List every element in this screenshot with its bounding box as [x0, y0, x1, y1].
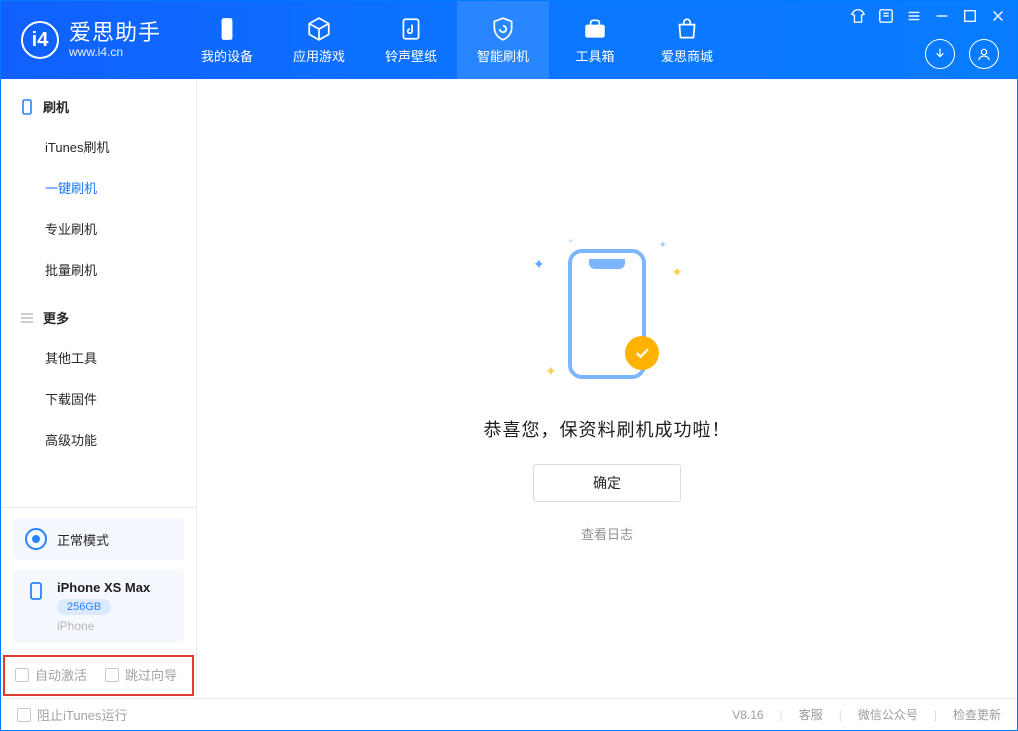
account-button[interactable] — [969, 39, 999, 69]
sparkle-icon: ✦ — [533, 256, 545, 273]
tab-my-device[interactable]: 我的设备 — [181, 1, 273, 79]
sidebar-item-itunes-flash[interactable]: iTunes刷机 — [1, 126, 196, 167]
brand-title: 爱思助手 — [69, 21, 161, 45]
footer-link-update[interactable]: 检查更新 — [953, 706, 1001, 723]
success-check-icon — [625, 336, 659, 370]
footer-link-support[interactable]: 客服 — [799, 706, 823, 723]
sidebar-bottom: 正常模式 iPhone XS Max 256GB iPhone 自动激活 — [1, 507, 196, 698]
close-icon[interactable] — [989, 7, 1007, 25]
tab-store[interactable]: 爱思商城 — [641, 1, 733, 79]
checkbox-box — [17, 708, 31, 722]
footer: 阻止iTunes运行 V8.16 | 客服 | 微信公众号 | 检查更新 — [1, 698, 1017, 730]
phone-icon — [19, 99, 35, 115]
shield-sync-icon — [490, 16, 516, 42]
checkbox-label: 跳过向导 — [125, 665, 177, 684]
success-illustration: ✦ ✦ ✦ ✦ ✦ — [527, 234, 687, 394]
sidebar-group-flash: 刷机 — [1, 79, 196, 126]
window-controls — [849, 7, 1007, 25]
device-card-icon — [25, 580, 47, 602]
activation-options: 自动激活 跳过向导 — [1, 653, 196, 698]
success-message: 恭喜您，保资料刷机成功啦！ — [484, 416, 731, 442]
header-right — [925, 39, 999, 69]
device-icon — [214, 16, 240, 42]
group-title: 刷机 — [43, 97, 69, 116]
cube-icon — [306, 16, 332, 42]
logo: i4 爱思助手 www.i4.cn — [1, 1, 181, 79]
header: i4 爱思助手 www.i4.cn 我的设备 应用游戏 铃声壁纸 智能刷机 — [1, 1, 1017, 79]
bag-icon — [674, 16, 700, 42]
sidebar-item-other-tools[interactable]: 其他工具 — [1, 337, 196, 378]
logo-icon: i4 — [21, 21, 59, 59]
more-icon — [19, 310, 35, 326]
skin-icon[interactable] — [849, 7, 867, 25]
device-type: iPhone — [57, 619, 150, 633]
sidebar-item-pro-flash[interactable]: 专业刷机 — [1, 208, 196, 249]
checkbox-box — [105, 668, 119, 682]
checkbox-label: 自动激活 — [35, 665, 87, 684]
tab-label: 铃声壁纸 — [385, 46, 437, 65]
tab-ringtone-wallpaper[interactable]: 铃声壁纸 — [365, 1, 457, 79]
checkbox-label: 阻止iTunes运行 — [37, 705, 128, 724]
music-file-icon — [398, 16, 424, 42]
checkbox-auto-activate[interactable]: 自动激活 — [15, 665, 87, 684]
menu-icon[interactable] — [905, 7, 923, 25]
mode-icon — [25, 528, 47, 550]
sparkle-icon: ✦ — [671, 264, 683, 281]
app-window: i4 爱思助手 www.i4.cn 我的设备 应用游戏 铃声壁纸 智能刷机 — [0, 0, 1018, 731]
minimize-icon[interactable] — [933, 7, 951, 25]
tab-apps-games[interactable]: 应用游戏 — [273, 1, 365, 79]
tab-label: 工具箱 — [576, 46, 615, 65]
view-log-link[interactable]: 查看日志 — [581, 524, 633, 543]
sidebar-item-download-firmware[interactable]: 下载固件 — [1, 378, 196, 419]
sidebar-item-advanced[interactable]: 高级功能 — [1, 419, 196, 460]
toolbox-icon — [582, 16, 608, 42]
sidebar-item-batch-flash[interactable]: 批量刷机 — [1, 249, 196, 290]
tab-label: 应用游戏 — [293, 46, 345, 65]
tab-label: 智能刷机 — [477, 46, 529, 65]
download-button[interactable] — [925, 39, 955, 69]
group-title: 更多 — [43, 308, 69, 327]
version-label: V8.16 — [732, 708, 763, 722]
main-content: ✦ ✦ ✦ ✦ ✦ 恭喜您，保资料刷机成功啦！ 确定 查看日志 — [197, 79, 1017, 698]
checkbox-box — [15, 668, 29, 682]
maximize-icon[interactable] — [961, 7, 979, 25]
tab-toolbox[interactable]: 工具箱 — [549, 1, 641, 79]
tab-label: 我的设备 — [201, 46, 253, 65]
body: 刷机 iTunes刷机 一键刷机 专业刷机 批量刷机 更多 其他工具 下载固件 … — [1, 79, 1017, 698]
device-name: iPhone XS Max — [57, 580, 150, 595]
sidebar: 刷机 iTunes刷机 一键刷机 专业刷机 批量刷机 更多 其他工具 下载固件 … — [1, 79, 197, 698]
feedback-icon[interactable] — [877, 7, 895, 25]
tab-label: 爱思商城 — [661, 46, 713, 65]
header-tabs: 我的设备 应用游戏 铃声壁纸 智能刷机 工具箱 爱思商城 — [181, 1, 733, 79]
checkbox-skip-guide[interactable]: 跳过向导 — [105, 665, 177, 684]
sparkle-icon: ✦ — [545, 363, 557, 380]
sidebar-item-oneclick-flash[interactable]: 一键刷机 — [1, 167, 196, 208]
mode-label: 正常模式 — [57, 530, 109, 549]
sparkle-icon: ✦ — [659, 240, 667, 251]
device-card[interactable]: iPhone XS Max 256GB iPhone — [13, 570, 184, 643]
sidebar-group-more: 更多 — [1, 290, 196, 337]
sparkle-icon: ✦ — [567, 236, 575, 247]
tab-smart-flash[interactable]: 智能刷机 — [457, 1, 549, 79]
brand-subtitle: www.i4.cn — [69, 46, 161, 59]
ok-button[interactable]: 确定 — [533, 464, 681, 502]
footer-link-wechat[interactable]: 微信公众号 — [858, 706, 918, 723]
mode-card[interactable]: 正常模式 — [13, 518, 184, 560]
device-storage-badge: 256GB — [57, 599, 111, 615]
checkbox-block-itunes[interactable]: 阻止iTunes运行 — [17, 705, 128, 724]
